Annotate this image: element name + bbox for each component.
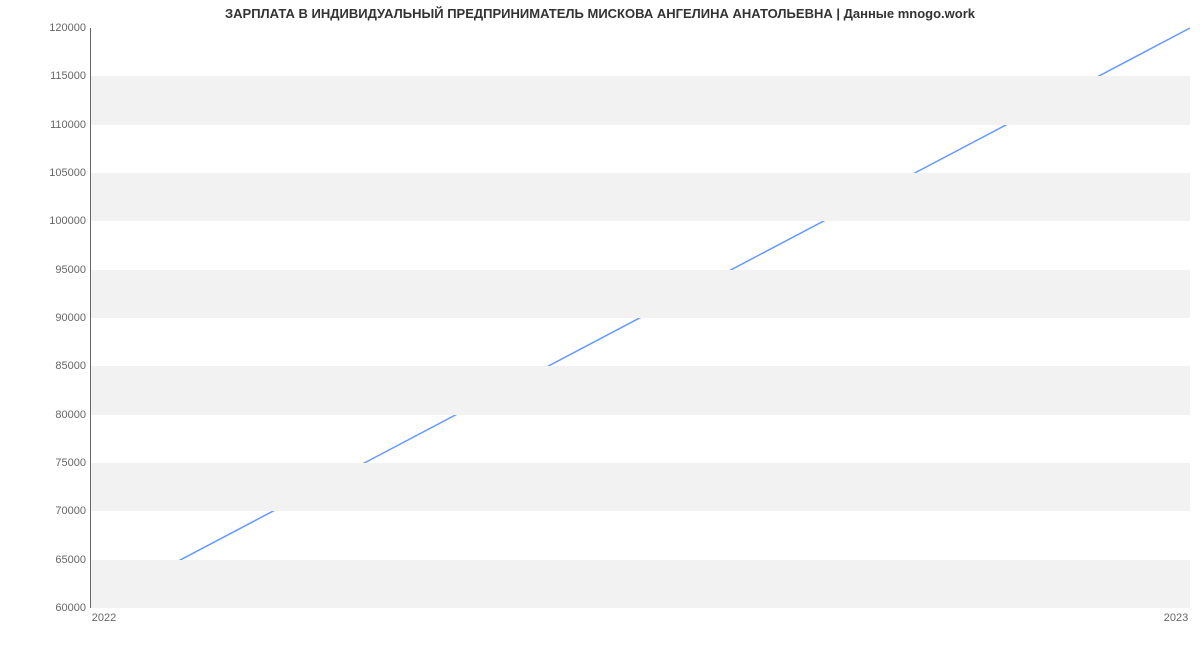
- y-tick-label: 95000: [6, 264, 86, 276]
- y-tick-label: 115000: [6, 70, 86, 82]
- y-tick-label: 80000: [6, 409, 86, 421]
- chart-container: ЗАРПЛАТА В ИНДИВИДУАЛЬНЫЙ ПРЕДПРИНИМАТЕЛ…: [0, 0, 1200, 650]
- grid-band: [91, 173, 1190, 221]
- grid-band: [91, 76, 1190, 124]
- y-tick-label: 85000: [6, 360, 86, 372]
- y-tick-label: 120000: [6, 22, 86, 34]
- y-tick-label: 90000: [6, 312, 86, 324]
- plot-area: [90, 28, 1190, 608]
- x-tick-label: 2023: [1164, 612, 1188, 624]
- y-tick-label: 75000: [6, 457, 86, 469]
- y-tick-label: 110000: [6, 119, 86, 131]
- y-tick-label: 60000: [6, 602, 86, 614]
- grid-band: [91, 366, 1190, 414]
- grid-band: [91, 270, 1190, 318]
- y-tick-label: 70000: [6, 505, 86, 517]
- y-tick-label: 105000: [6, 167, 86, 179]
- y-tick-label: 65000: [6, 554, 86, 566]
- grid-band: [91, 560, 1190, 608]
- y-tick-label: 100000: [6, 215, 86, 227]
- x-tick-label: 2022: [92, 612, 116, 624]
- grid-band: [91, 463, 1190, 511]
- chart-title: ЗАРПЛАТА В ИНДИВИДУАЛЬНЫЙ ПРЕДПРИНИМАТЕЛ…: [0, 6, 1200, 21]
